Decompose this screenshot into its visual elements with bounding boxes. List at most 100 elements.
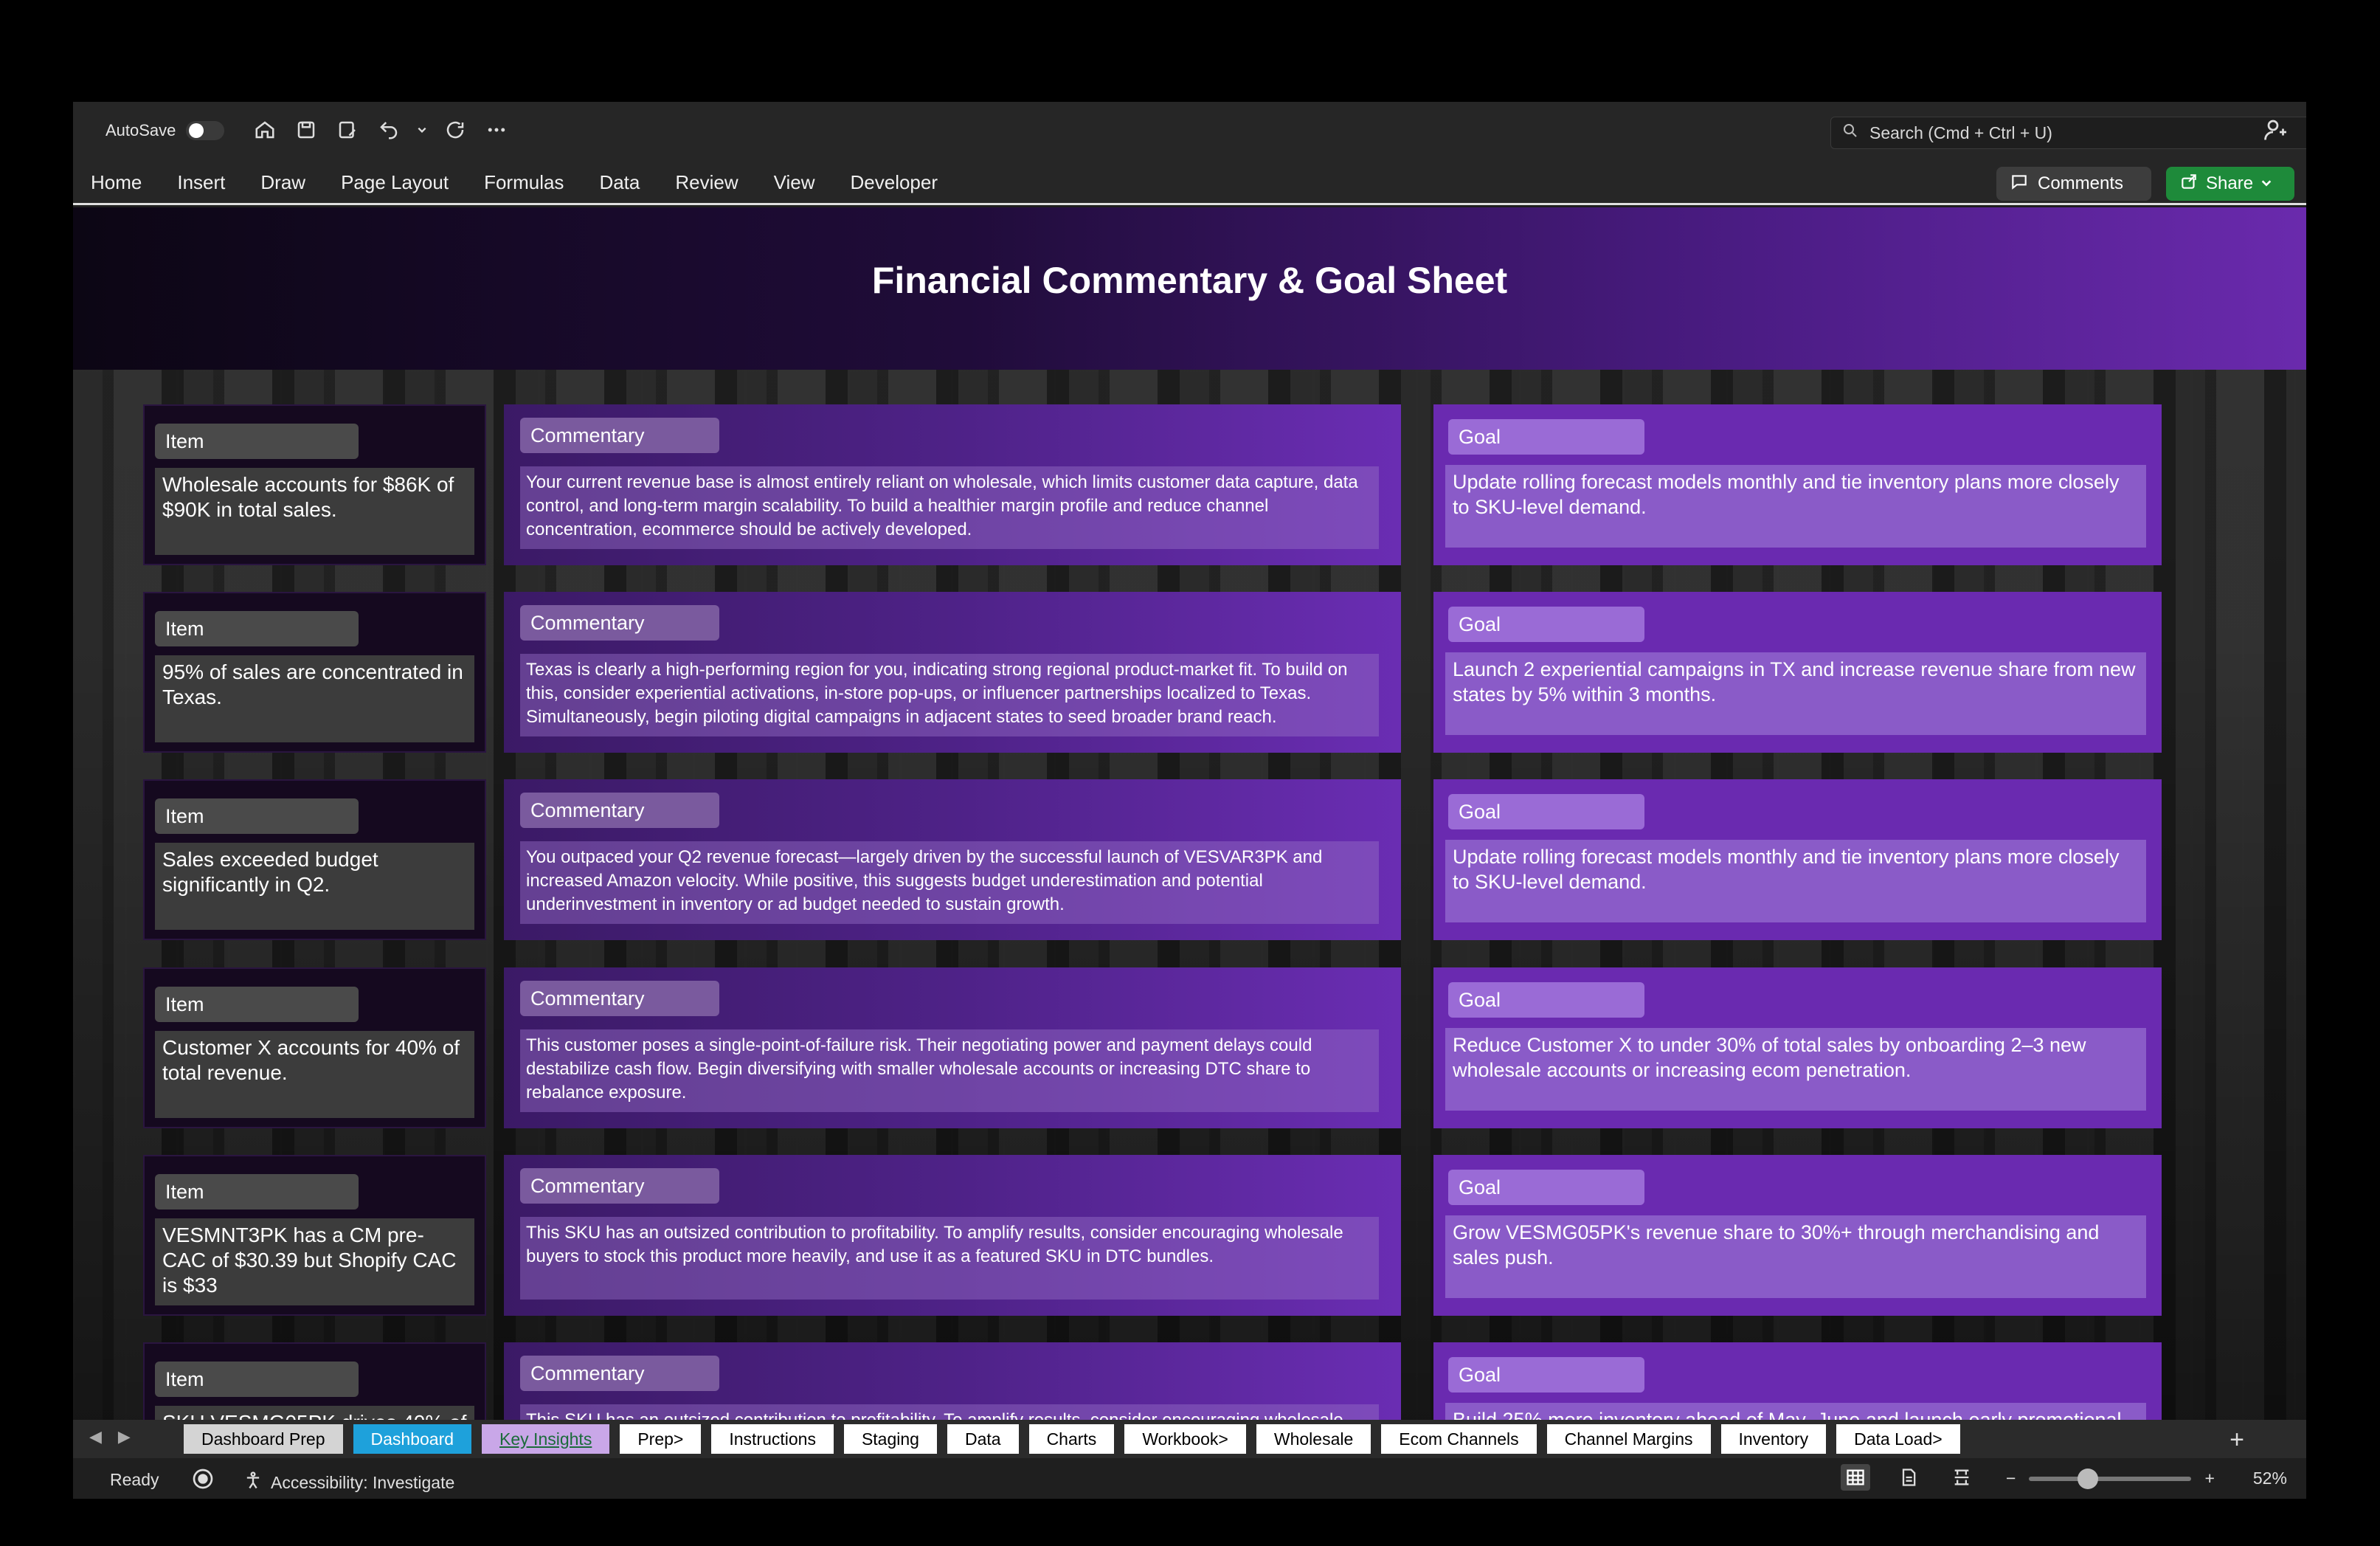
commentary-card[interactable]: Commentary This customer poses a single-… bbox=[504, 967, 1401, 1128]
commentary-label: Commentary bbox=[520, 1356, 719, 1391]
goal-card[interactable]: Goal Launch 2 experiential campaigns in … bbox=[1433, 592, 2162, 753]
commentary-text: You outpaced your Q2 revenue forecast—la… bbox=[520, 841, 1379, 924]
commentary-label: Commentary bbox=[520, 793, 719, 828]
commentary-card[interactable]: Commentary Texas is clearly a high-perfo… bbox=[504, 592, 1401, 753]
search-placeholder: Search (Cmd + Ctrl + U) bbox=[1869, 122, 2052, 142]
normal-view-icon[interactable] bbox=[1841, 1464, 1870, 1491]
next-sheet-icon[interactable]: ▶ bbox=[118, 1427, 131, 1446]
tab-formulas[interactable]: Formulas bbox=[484, 171, 564, 194]
insight-row: Item Customer X accounts for 40% of tota… bbox=[143, 967, 2235, 1128]
tab-developer[interactable]: Developer bbox=[851, 171, 938, 194]
commentary-card[interactable]: Commentary This SKU has an outsized cont… bbox=[504, 1155, 1401, 1316]
commentary-card[interactable]: Commentary Your current revenue base is … bbox=[504, 404, 1401, 565]
prev-sheet-icon[interactable]: ◀ bbox=[89, 1427, 102, 1446]
redo-icon[interactable] bbox=[442, 117, 468, 143]
goal-card[interactable]: Goal Grow VESMG05PK's revenue share to 3… bbox=[1433, 1155, 2162, 1316]
item-card[interactable]: Item VESMNT3PK has a CM pre-CAC of $30.3… bbox=[143, 1155, 486, 1316]
record-macro-icon[interactable] bbox=[191, 1467, 215, 1491]
tab-page-layout[interactable]: Page Layout bbox=[341, 171, 449, 194]
add-sheet-icon[interactable]: + bbox=[2229, 1426, 2244, 1454]
save-as-icon[interactable] bbox=[334, 117, 361, 143]
tab-data[interactable]: Data bbox=[599, 171, 640, 194]
sheet-tab-charts[interactable]: Charts bbox=[1028, 1424, 1115, 1454]
undo-icon[interactable] bbox=[376, 117, 402, 143]
search-input[interactable]: Search (Cmd + Ctrl + U) bbox=[1830, 117, 2306, 149]
autosave-toggle[interactable] bbox=[186, 121, 225, 140]
zoom-slider[interactable] bbox=[2029, 1468, 2192, 1489]
goal-label: Goal bbox=[1448, 982, 1644, 1018]
commentary-label: Commentary bbox=[520, 605, 719, 641]
excel-window: AutoSave Search (Cmd + Ctrl + U) Home In… bbox=[73, 102, 2306, 1499]
search-icon bbox=[1841, 122, 1859, 144]
goal-card[interactable]: Goal Update rolling forecast models mont… bbox=[1433, 779, 2162, 940]
page-layout-view-icon[interactable] bbox=[1894, 1464, 1923, 1491]
tab-insert[interactable]: Insert bbox=[177, 171, 225, 194]
goal-card[interactable]: Goal Update rolling forecast models mont… bbox=[1433, 404, 2162, 565]
sheet-tab-data-load[interactable]: Data Load> bbox=[1836, 1424, 1960, 1454]
sheet-tab-workbook[interactable]: Workbook> bbox=[1124, 1424, 1246, 1454]
sheet-tab-key-insights[interactable]: Key Insights bbox=[482, 1424, 610, 1454]
goal-text: Grow VESMG05PK's revenue share to 30%+ t… bbox=[1445, 1215, 2146, 1298]
ribbon-tabs: Home Insert Draw Page Layout Formulas Da… bbox=[73, 161, 2306, 205]
item-card[interactable]: Item Customer X accounts for 40% of tota… bbox=[143, 967, 486, 1128]
commentary-label: Commentary bbox=[520, 418, 719, 453]
item-card[interactable]: Item 95% of sales are concentrated in Te… bbox=[143, 592, 486, 753]
item-card[interactable]: Item Wholesale accounts for $86K of $90K… bbox=[143, 404, 486, 565]
sheet-tab-staging[interactable]: Staging bbox=[843, 1424, 937, 1454]
zoom-level[interactable]: 52% bbox=[2253, 1469, 2287, 1488]
commentary-label: Commentary bbox=[520, 1168, 719, 1204]
item-card[interactable]: Item Sales exceeded budget significantly… bbox=[143, 779, 486, 940]
undo-dropdown-icon[interactable] bbox=[417, 117, 427, 143]
page-break-view-icon[interactable] bbox=[1947, 1464, 1976, 1491]
share-button[interactable]: Share bbox=[2166, 167, 2294, 201]
commentary-label: Commentary bbox=[520, 981, 719, 1016]
chevron-down-icon bbox=[2260, 173, 2272, 194]
accessibility-label: Accessibility: Investigate bbox=[271, 1472, 455, 1492]
sheet-tab-data[interactable]: Data bbox=[947, 1424, 1019, 1454]
worksheet-area[interactable]: Financial Commentary & Goal Sheet Item W… bbox=[73, 207, 2306, 1421]
goal-text: Update rolling forecast models monthly a… bbox=[1445, 465, 2146, 548]
goal-card[interactable]: Goal Build 25% more inventory ahead of M… bbox=[1433, 1342, 2162, 1421]
item-label: Item bbox=[155, 1174, 359, 1209]
comments-button[interactable]: Comments bbox=[1996, 167, 2151, 201]
sheet-tab-ecom-channels[interactable]: Ecom Channels bbox=[1381, 1424, 1537, 1454]
goal-label: Goal bbox=[1448, 1170, 1644, 1205]
goal-label: Goal bbox=[1448, 1357, 1644, 1393]
sheet-tab-prep[interactable]: Prep> bbox=[620, 1424, 702, 1454]
insight-row: Item Sales exceeded budget significantly… bbox=[143, 779, 2235, 940]
sheet-tab-bar: ◀ ▶ Dashboard Prep Dashboard Key Insight… bbox=[73, 1420, 2306, 1458]
accessibility-status[interactable]: Accessibility: Investigate bbox=[243, 1470, 454, 1495]
insight-row: Item SKU VESMG05PK drives 40% of Comment… bbox=[143, 1342, 2235, 1421]
comments-label: Comments bbox=[2038, 173, 2124, 193]
item-text: VESMNT3PK has a CM pre-CAC of $30.39 but… bbox=[155, 1218, 474, 1305]
tab-draw[interactable]: Draw bbox=[260, 171, 305, 194]
autosave-control[interactable]: AutoSave bbox=[105, 121, 225, 140]
zoom-in-icon[interactable]: + bbox=[2204, 1469, 2214, 1488]
sheet-tab-dashboard[interactable]: Dashboard bbox=[353, 1424, 472, 1454]
zoom-slider-knob[interactable] bbox=[2078, 1468, 2099, 1489]
item-text: Sales exceeded budget significantly in Q… bbox=[155, 843, 474, 930]
zoom-control: − + 52% bbox=[2006, 1468, 2287, 1489]
sheet-tab-channel-margins[interactable]: Channel Margins bbox=[1546, 1424, 1711, 1454]
autosave-label: AutoSave bbox=[105, 121, 176, 139]
tab-home[interactable]: Home bbox=[91, 171, 142, 194]
home-icon[interactable] bbox=[252, 117, 278, 143]
item-card[interactable]: Item SKU VESMG05PK drives 40% of bbox=[143, 1342, 486, 1421]
zoom-out-icon[interactable]: − bbox=[2006, 1469, 2016, 1488]
commentary-card[interactable]: Commentary This SKU has an outsized cont… bbox=[504, 1342, 1401, 1421]
tab-view[interactable]: View bbox=[774, 171, 815, 194]
commentary-text: This SKU has an outsized contribution to… bbox=[520, 1217, 1379, 1300]
sheet-tab-instructions[interactable]: Instructions bbox=[711, 1424, 834, 1454]
sheet-tab-dashboard-prep[interactable]: Dashboard Prep bbox=[184, 1424, 343, 1454]
commentary-card[interactable]: Commentary You outpaced your Q2 revenue … bbox=[504, 779, 1401, 940]
sheet-tab-wholesale[interactable]: Wholesale bbox=[1256, 1424, 1371, 1454]
share-person-icon[interactable] bbox=[2262, 117, 2291, 146]
item-text: 95% of sales are concentrated in Texas. bbox=[155, 655, 474, 742]
tab-review[interactable]: Review bbox=[675, 171, 738, 194]
comment-icon bbox=[2010, 172, 2029, 196]
more-options-icon[interactable] bbox=[483, 117, 510, 143]
insight-row: Item VESMNT3PK has a CM pre-CAC of $30.3… bbox=[143, 1155, 2235, 1316]
goal-card[interactable]: Goal Reduce Customer X to under 30% of t… bbox=[1433, 967, 2162, 1128]
save-icon[interactable] bbox=[293, 117, 319, 143]
sheet-tab-inventory[interactable]: Inventory bbox=[1720, 1424, 1827, 1454]
